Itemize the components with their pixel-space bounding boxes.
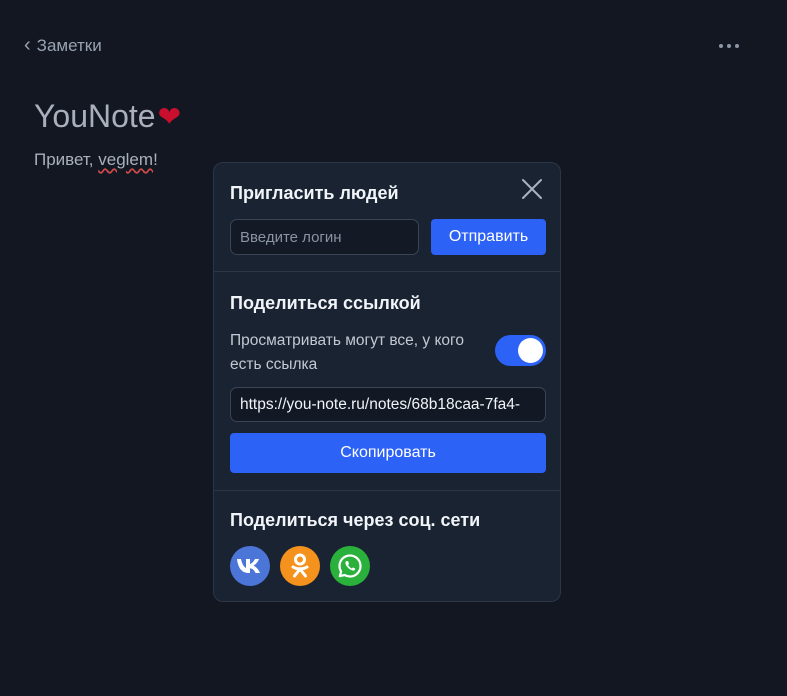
more-options-button[interactable] [715, 40, 743, 52]
note-body[interactable]: Привет, veglem! [34, 150, 158, 170]
invite-section: Пригласить людей Отправить [214, 163, 560, 272]
share-link-heading: Поделиться ссылкой [230, 293, 421, 313]
permission-label: Просматривать могут все, у кого есть ссы… [230, 332, 464, 373]
back-button[interactable]: ‹ Заметки [24, 34, 102, 56]
social-share-section: Поделиться через соц. сети [214, 490, 560, 602]
dot-icon [727, 44, 731, 48]
close-icon[interactable] [520, 177, 544, 201]
invite-heading: Пригласить людей [230, 183, 399, 203]
note-title-text: YouNote [34, 98, 156, 134]
send-button[interactable]: Отправить [431, 219, 546, 255]
social-heading: Поделиться через соц. сети [230, 510, 481, 530]
username-text: veglem [98, 150, 154, 169]
toggle-knob [518, 338, 543, 363]
back-label: Заметки [36, 36, 102, 55]
greeting-suffix: ! [153, 150, 158, 169]
share-link-field[interactable] [230, 387, 546, 422]
vk-icon[interactable] [230, 546, 270, 586]
copy-link-button[interactable]: Скопировать [230, 433, 546, 473]
share-link-section: Поделиться ссылкой Просматривать могут в… [214, 271, 560, 491]
note-title[interactable]: YouNote ❤ [34, 98, 181, 135]
odnoklassniki-icon[interactable] [280, 546, 320, 586]
share-modal: Пригласить людей Отправить Поделиться сс… [213, 162, 561, 602]
public-access-toggle[interactable] [495, 335, 546, 366]
chevron-left-icon: ‹ [24, 34, 31, 56]
greeting-prefix: Привет, [34, 150, 99, 169]
dot-icon [719, 44, 723, 48]
heart-icon: ❤ [157, 101, 182, 132]
social-buttons [230, 546, 370, 586]
dot-icon [735, 44, 739, 48]
login-input[interactable] [230, 219, 419, 255]
whatsapp-icon[interactable] [330, 546, 370, 586]
